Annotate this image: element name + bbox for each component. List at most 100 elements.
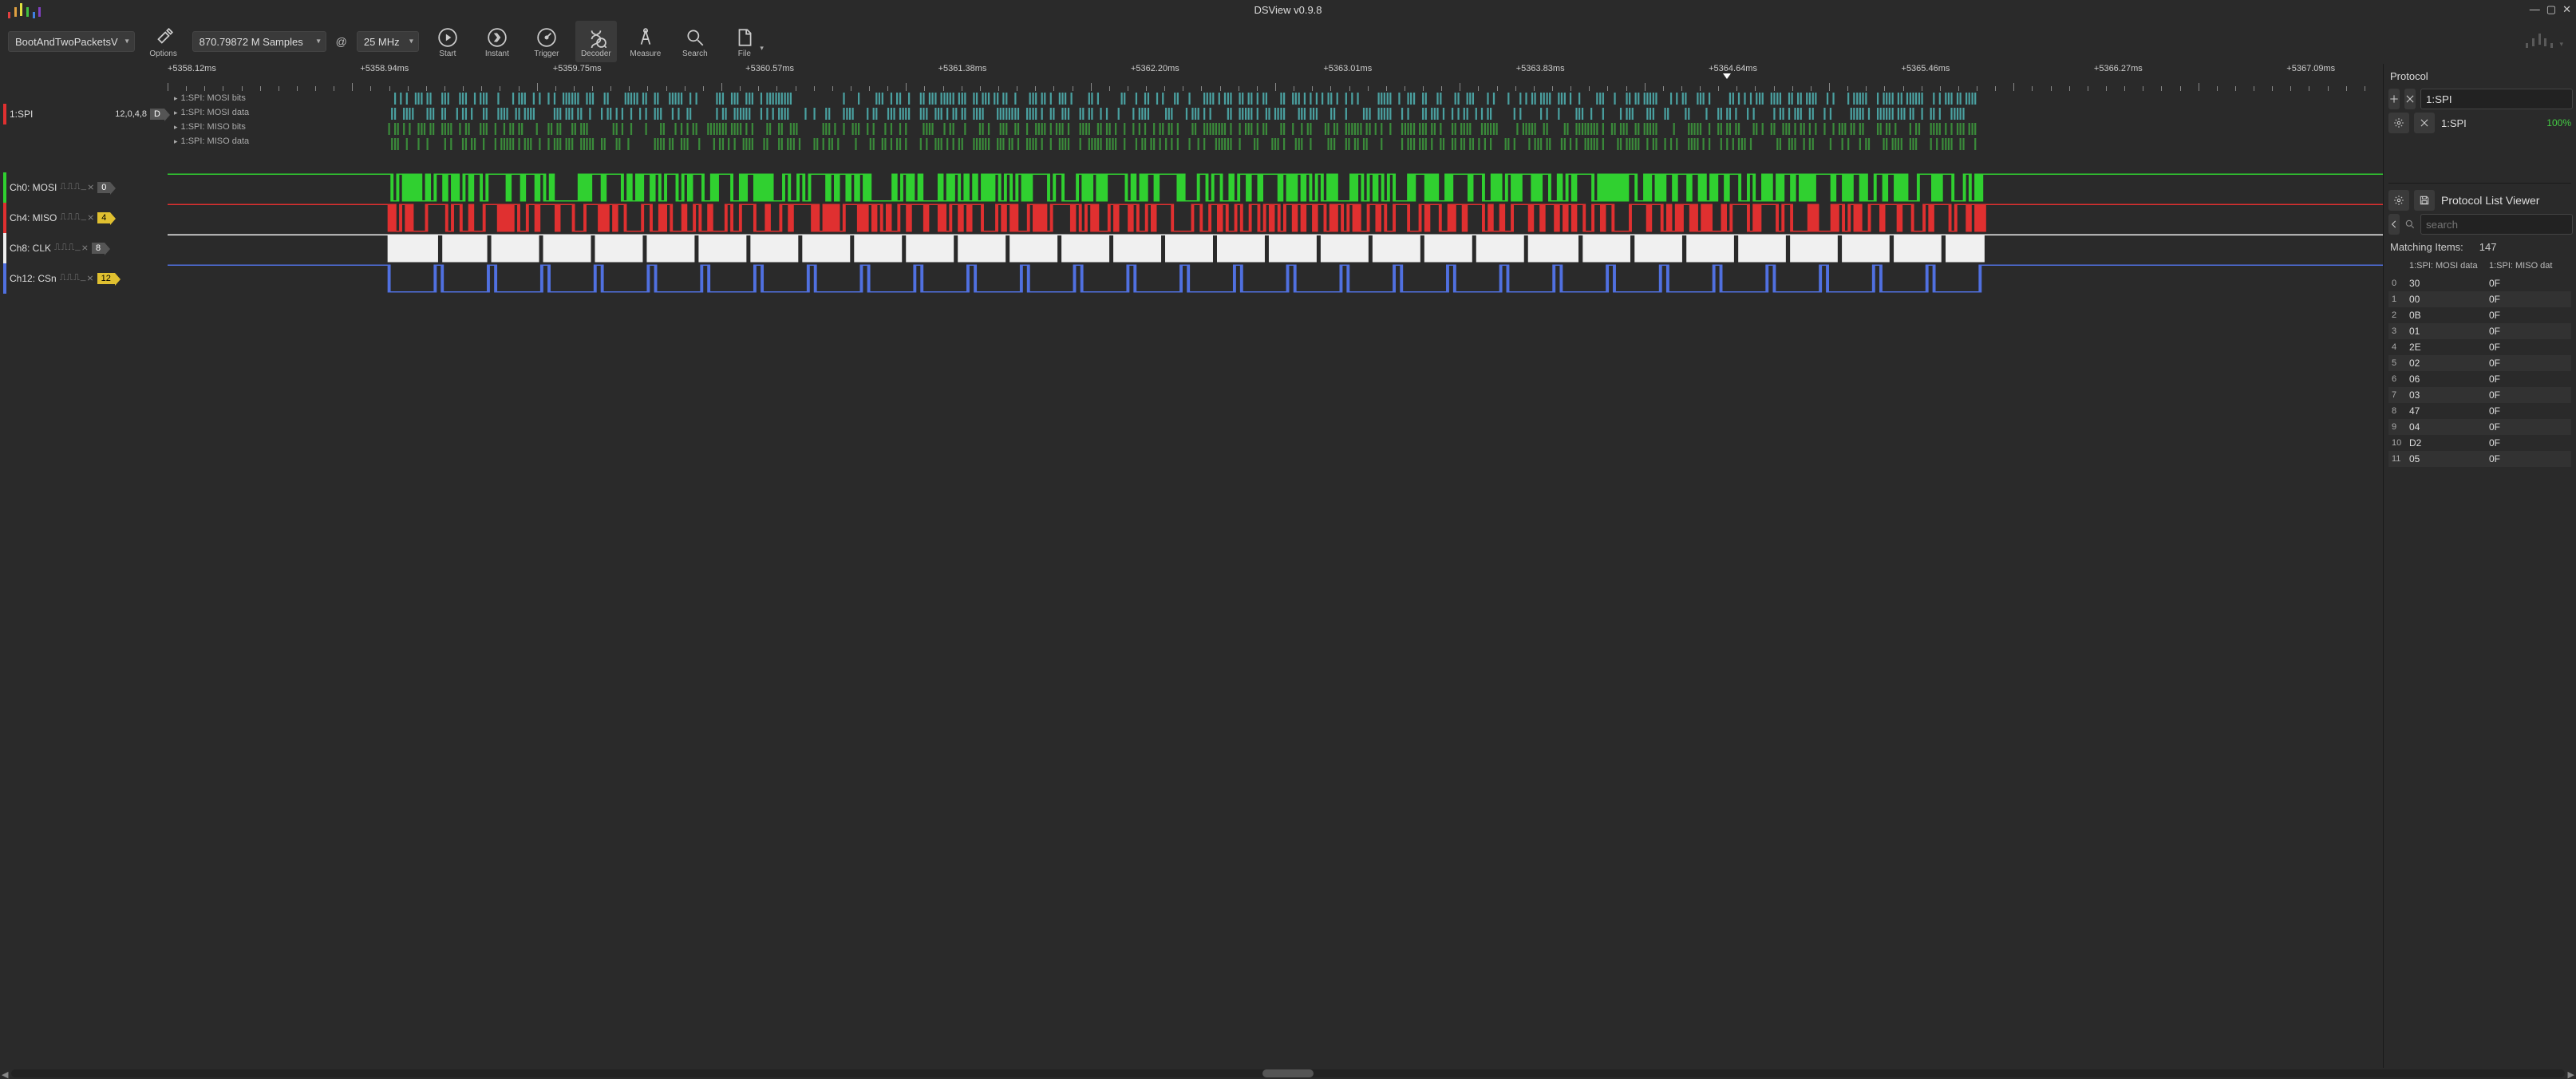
- decoder-delete-button[interactable]: [2414, 113, 2435, 133]
- decoder-name[interactable]: 1:SPI: [10, 109, 33, 120]
- start-button[interactable]: Start: [427, 21, 468, 62]
- channel-number: 8: [92, 243, 105, 254]
- list-search-input[interactable]: [2420, 214, 2573, 235]
- list-row[interactable]: 11050F: [2388, 451, 2571, 467]
- maximize-button[interactable]: ▢: [2546, 3, 2556, 16]
- sidebar: Protocol 1:SPI 100% Protocol List Viewer…: [2383, 64, 2576, 1068]
- search-button[interactable]: Search: [674, 21, 716, 62]
- search-label: Search: [682, 49, 708, 58]
- channel-number: 0: [97, 182, 110, 193]
- list-row[interactable]: 10D20F: [2388, 435, 2571, 451]
- cursor-marker[interactable]: [1723, 73, 1731, 79]
- trigger-button[interactable]: Trigger: [526, 21, 567, 62]
- options-button[interactable]: Options: [143, 21, 184, 62]
- channel-waveform[interactable]: [168, 172, 2383, 203]
- gauge-icon: [536, 26, 557, 49]
- search-icon: [685, 26, 705, 49]
- list-col-mosi: 1:SPI: MOSI data: [2409, 261, 2489, 271]
- chevron-down-icon: ▾: [760, 44, 764, 53]
- time-tick: +5362.20ms: [1131, 64, 1179, 73]
- scroll-left-icon[interactable]: ◀: [2, 1069, 8, 1079]
- at-symbol: @: [334, 35, 349, 48]
- channel-label[interactable]: Ch0: MOSI: [10, 182, 57, 193]
- time-ruler[interactable]: +5358.12ms+5358.94ms+5359.75ms+5360.57ms…: [0, 64, 2383, 91]
- titlebar: DSView v0.9.8 — ▢ ✕: [0, 0, 2576, 19]
- list-row[interactable]: 42E0F: [2388, 339, 2571, 355]
- samplerate-dropdown[interactable]: 25 MHz: [357, 31, 419, 52]
- trigger-edge-icons[interactable]: ⎍⎍⎍_⨯: [60, 273, 94, 284]
- list-row[interactable]: 6060F: [2388, 371, 2571, 387]
- remove-decoder-button[interactable]: [2404, 89, 2416, 109]
- time-tick: +5363.83ms: [1516, 64, 1565, 73]
- session-file-dropdown[interactable]: BootAndTwoPacketsV: [8, 31, 135, 52]
- list-row[interactable]: 7030F: [2388, 387, 2571, 403]
- brand-logo-icon: ▾: [2526, 35, 2563, 49]
- scroll-right-icon[interactable]: ▶: [2568, 1069, 2574, 1079]
- channel-row: Ch0: MOSI ⎍⎍⎍_⨯ 0: [0, 172, 2383, 203]
- channel-label[interactable]: Ch4: MISO: [10, 212, 57, 223]
- time-tick: +5363.01ms: [1323, 64, 1372, 73]
- list-row[interactable]: 8470F: [2388, 403, 2571, 419]
- time-tick: +5367.09ms: [2286, 64, 2335, 73]
- trigger-edge-icons[interactable]: ⎍⎍⎍_⨯: [60, 212, 94, 223]
- channel-number: 12: [97, 273, 115, 284]
- decoder-settings-button[interactable]: [2388, 113, 2409, 133]
- window-title: DSView v0.9.8: [1254, 4, 1322, 16]
- minimize-button[interactable]: —: [2530, 3, 2540, 16]
- samplerate-label: 25 MHz: [364, 36, 400, 48]
- instant-button[interactable]: Instant: [476, 21, 518, 62]
- channel-label[interactable]: Ch8: CLK: [10, 243, 51, 254]
- list-row[interactable]: 9040F: [2388, 419, 2571, 435]
- list-row[interactable]: 3010F: [2388, 323, 2571, 339]
- time-tick: +5358.12ms: [168, 64, 216, 73]
- channel-label[interactable]: Ch12: CSn: [10, 273, 57, 284]
- dna-icon: [586, 26, 606, 49]
- session-file-label: BootAndTwoPacketsV: [15, 36, 118, 48]
- decoder-button[interactable]: Decoder: [575, 21, 617, 62]
- back-button[interactable]: [2388, 214, 2400, 235]
- time-tick: +5365.46ms: [1902, 64, 1950, 73]
- samples-dropdown[interactable]: 870.79872 M Samples: [192, 31, 326, 52]
- play-circle-icon: [437, 26, 458, 49]
- time-tick: +5366.27ms: [2094, 64, 2143, 73]
- matching-items-count: 147: [2479, 241, 2497, 253]
- list-row[interactable]: 5020F: [2388, 355, 2571, 371]
- file-icon: [734, 26, 755, 49]
- time-tick: +5360.57ms: [745, 64, 794, 73]
- decoder-label: Decoder: [581, 49, 611, 58]
- protocol-section-title: Protocol: [2388, 67, 2571, 85]
- time-tick: +5364.64ms: [1709, 64, 1757, 73]
- channel-waveform[interactable]: [168, 203, 2383, 233]
- channel-waveform[interactable]: [168, 263, 2383, 294]
- list-viewer-title: Protocol List Viewer: [2440, 191, 2541, 210]
- save-list-button[interactable]: [2414, 190, 2435, 211]
- wrench-icon: [153, 26, 174, 49]
- add-decoder-button[interactable]: [2388, 89, 2400, 109]
- compass-icon: [635, 26, 656, 49]
- app-logo: [8, 3, 41, 18]
- list-row[interactable]: 20B0F: [2388, 307, 2571, 323]
- channel-row: Ch8: CLK ⎍⎍⎍_⨯ 8: [0, 233, 2383, 263]
- start-label: Start: [439, 49, 456, 58]
- file-button[interactable]: File ▾: [724, 21, 765, 62]
- trigger-edge-icons[interactable]: ⎍⎍⎍_⨯: [60, 182, 94, 193]
- chevron-down-icon: ▾: [2559, 40, 2563, 48]
- list-row[interactable]: 1000F: [2388, 291, 2571, 307]
- decoder-select-input[interactable]: [2420, 89, 2573, 109]
- time-tick: +5359.75ms: [553, 64, 602, 73]
- horizontal-scrollbar[interactable]: ◀ ▶: [0, 1068, 2576, 1079]
- channel-row: Ch4: MISO ⎍⎍⎍_⨯ 4: [0, 203, 2383, 233]
- close-button[interactable]: ✕: [2562, 3, 2571, 16]
- list-settings-button[interactable]: [2388, 190, 2409, 211]
- trigger-edge-icons[interactable]: ⎍⎍⎍_⨯: [54, 243, 89, 254]
- list-row[interactable]: 0300F: [2388, 275, 2571, 291]
- measure-button[interactable]: Measure: [625, 21, 666, 62]
- matching-items-label: Matching Items:: [2390, 241, 2463, 253]
- instant-label: Instant: [485, 49, 509, 58]
- channel-waveform[interactable]: [168, 233, 2383, 263]
- loaded-decoder-name: 1:SPI: [2440, 117, 2542, 129]
- options-label: Options: [149, 49, 176, 58]
- decoder-channels: 12,0,4,8: [115, 109, 147, 119]
- waveform-area[interactable]: +5358.12ms+5358.94ms+5359.75ms+5360.57ms…: [0, 64, 2383, 1068]
- list-header: 1:SPI: MOSI data 1:SPI: MISO dat: [2388, 259, 2571, 272]
